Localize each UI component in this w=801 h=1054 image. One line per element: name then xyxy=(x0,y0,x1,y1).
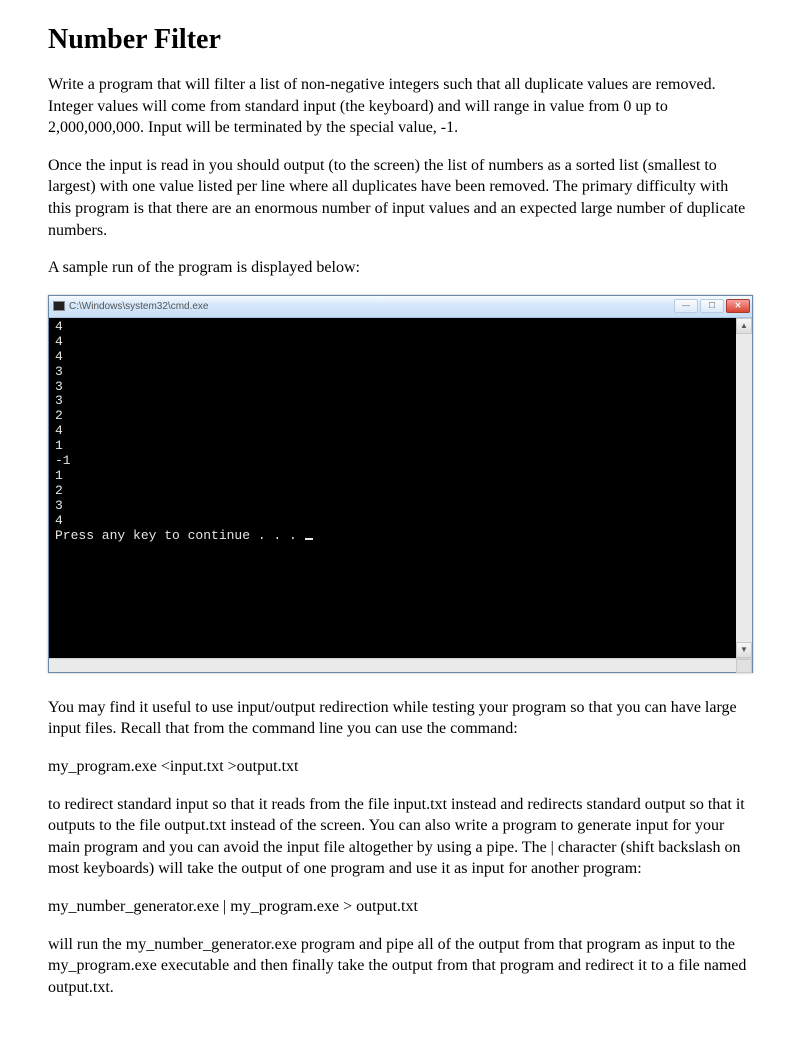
terminal-line: 4 xyxy=(55,319,63,334)
terminal-title-bar: C:\Windows\system32\cmd.exe — ☐ ✕ xyxy=(49,296,752,318)
terminal-line: 4 xyxy=(55,334,63,349)
pipe-command: my_number_generator.exe | my_program.exe… xyxy=(48,896,753,918)
scroll-up-arrow[interactable]: ▲ xyxy=(736,318,752,334)
scroll-track[interactable] xyxy=(736,334,752,642)
terminal-line: 3 xyxy=(55,498,63,513)
intro-paragraph-1: Write a program that will filter a list … xyxy=(48,74,753,139)
sample-run-label: A sample run of the program is displayed… xyxy=(48,257,753,279)
redirection-paragraph: You may find it useful to use input/outp… xyxy=(48,697,753,740)
terminal-line: 4 xyxy=(55,423,63,438)
window-controls: — ☐ ✕ xyxy=(674,299,750,313)
close-button[interactable]: ✕ xyxy=(726,299,750,313)
terminal-line: 3 xyxy=(55,393,63,408)
maximize-button[interactable]: ☐ xyxy=(700,299,724,313)
terminal-cursor xyxy=(305,538,313,540)
terminal-line: Press any key to continue . . . xyxy=(55,528,305,543)
terminal-bottom-scrollbar[interactable] xyxy=(49,658,752,672)
pipe-explanation: will run the my_number_generator.exe pro… xyxy=(48,934,753,999)
redirection-command: my_program.exe <input.txt >output.txt xyxy=(48,756,753,778)
resize-grip[interactable] xyxy=(736,659,752,673)
terminal-line: 2 xyxy=(55,408,63,423)
minimize-button[interactable]: — xyxy=(674,299,698,313)
terminal-line: 2 xyxy=(55,483,63,498)
page-title: Number Filter xyxy=(48,24,753,56)
terminal-line: 3 xyxy=(55,379,63,394)
terminal-line: 1 xyxy=(55,468,63,483)
terminal-line: -1 xyxy=(55,453,71,468)
terminal-line: 4 xyxy=(55,513,63,528)
terminal-scrollbar[interactable]: ▲ ▼ xyxy=(736,318,752,658)
terminal-window: C:\Windows\system32\cmd.exe — ☐ ✕ 4 4 4 … xyxy=(48,295,753,673)
pipe-paragraph: to redirect standard input so that it re… xyxy=(48,794,753,880)
scroll-down-arrow[interactable]: ▼ xyxy=(736,642,752,658)
terminal-body: 4 4 4 3 3 3 2 4 1 -1 1 2 3 4 Press any k… xyxy=(49,318,736,658)
terminal-line: 3 xyxy=(55,364,63,379)
terminal-line: 1 xyxy=(55,438,63,453)
terminal-title-text: C:\Windows\system32\cmd.exe xyxy=(69,301,209,312)
terminal-line: 4 xyxy=(55,349,63,364)
terminal-app-icon xyxy=(53,301,65,311)
intro-paragraph-2: Once the input is read in you should out… xyxy=(48,155,753,241)
